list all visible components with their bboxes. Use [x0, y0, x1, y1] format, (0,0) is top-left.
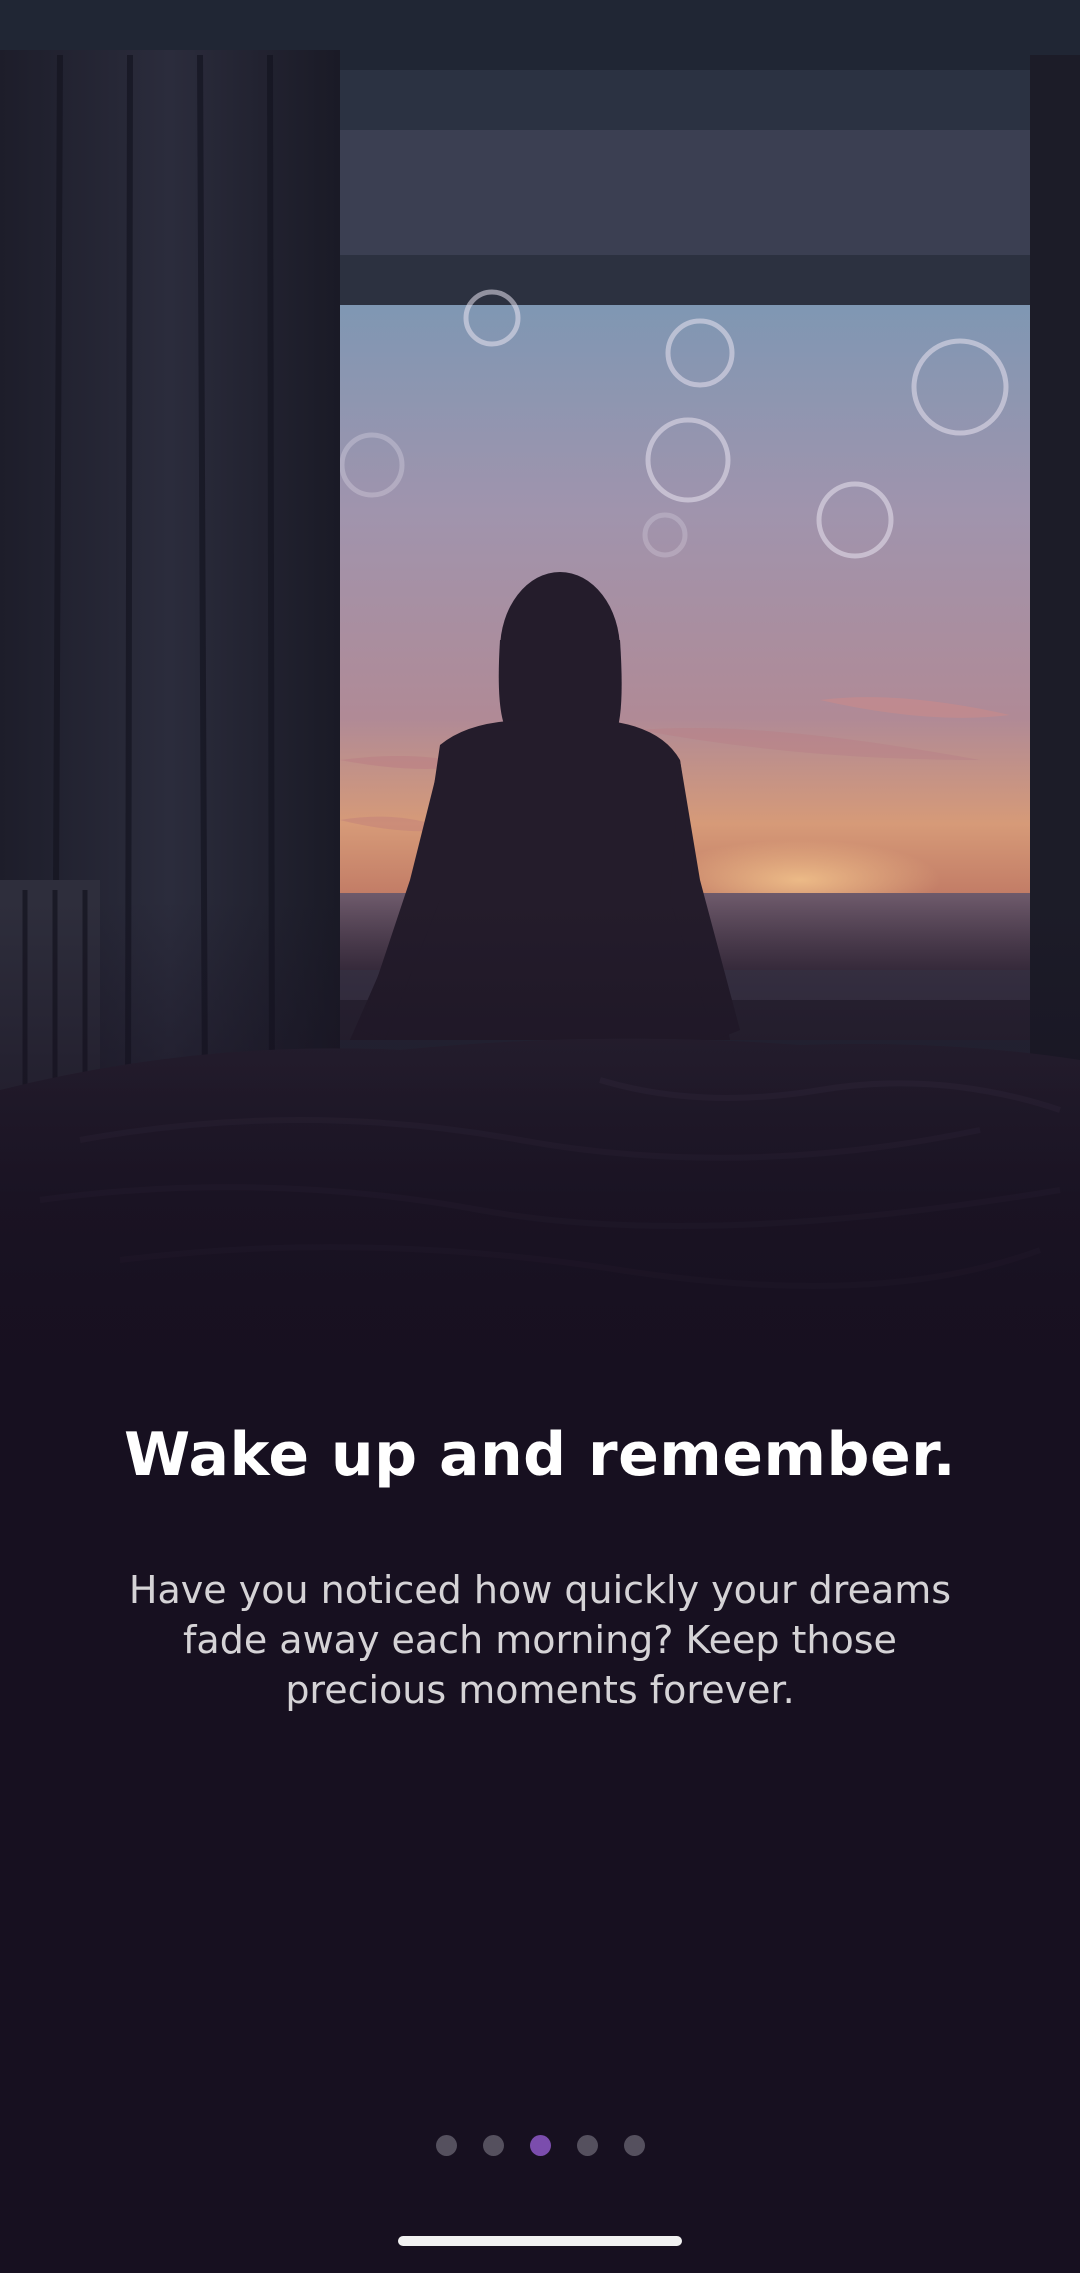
page-dot-4[interactable]	[576, 2135, 598, 2156]
page-dot-3-active[interactable]	[529, 2135, 551, 2156]
hero-fade-overlay	[0, 900, 1080, 1420]
page-dot-1[interactable]	[435, 2135, 457, 2156]
home-indicator[interactable]	[398, 2236, 682, 2246]
hero-illustration	[0, 0, 1080, 1420]
onboarding-description: Have you noticed how quickly your dreams…	[128, 1568, 952, 1712]
page-indicator	[0, 2135, 1080, 2156]
page-dot-5[interactable]	[623, 2135, 645, 2156]
page-dot-2[interactable]	[482, 2135, 504, 2156]
onboarding-screen: Wake up and remember. Have you noticed h…	[0, 0, 1080, 2273]
onboarding-title: Wake up and remember.	[124, 1420, 956, 1490]
